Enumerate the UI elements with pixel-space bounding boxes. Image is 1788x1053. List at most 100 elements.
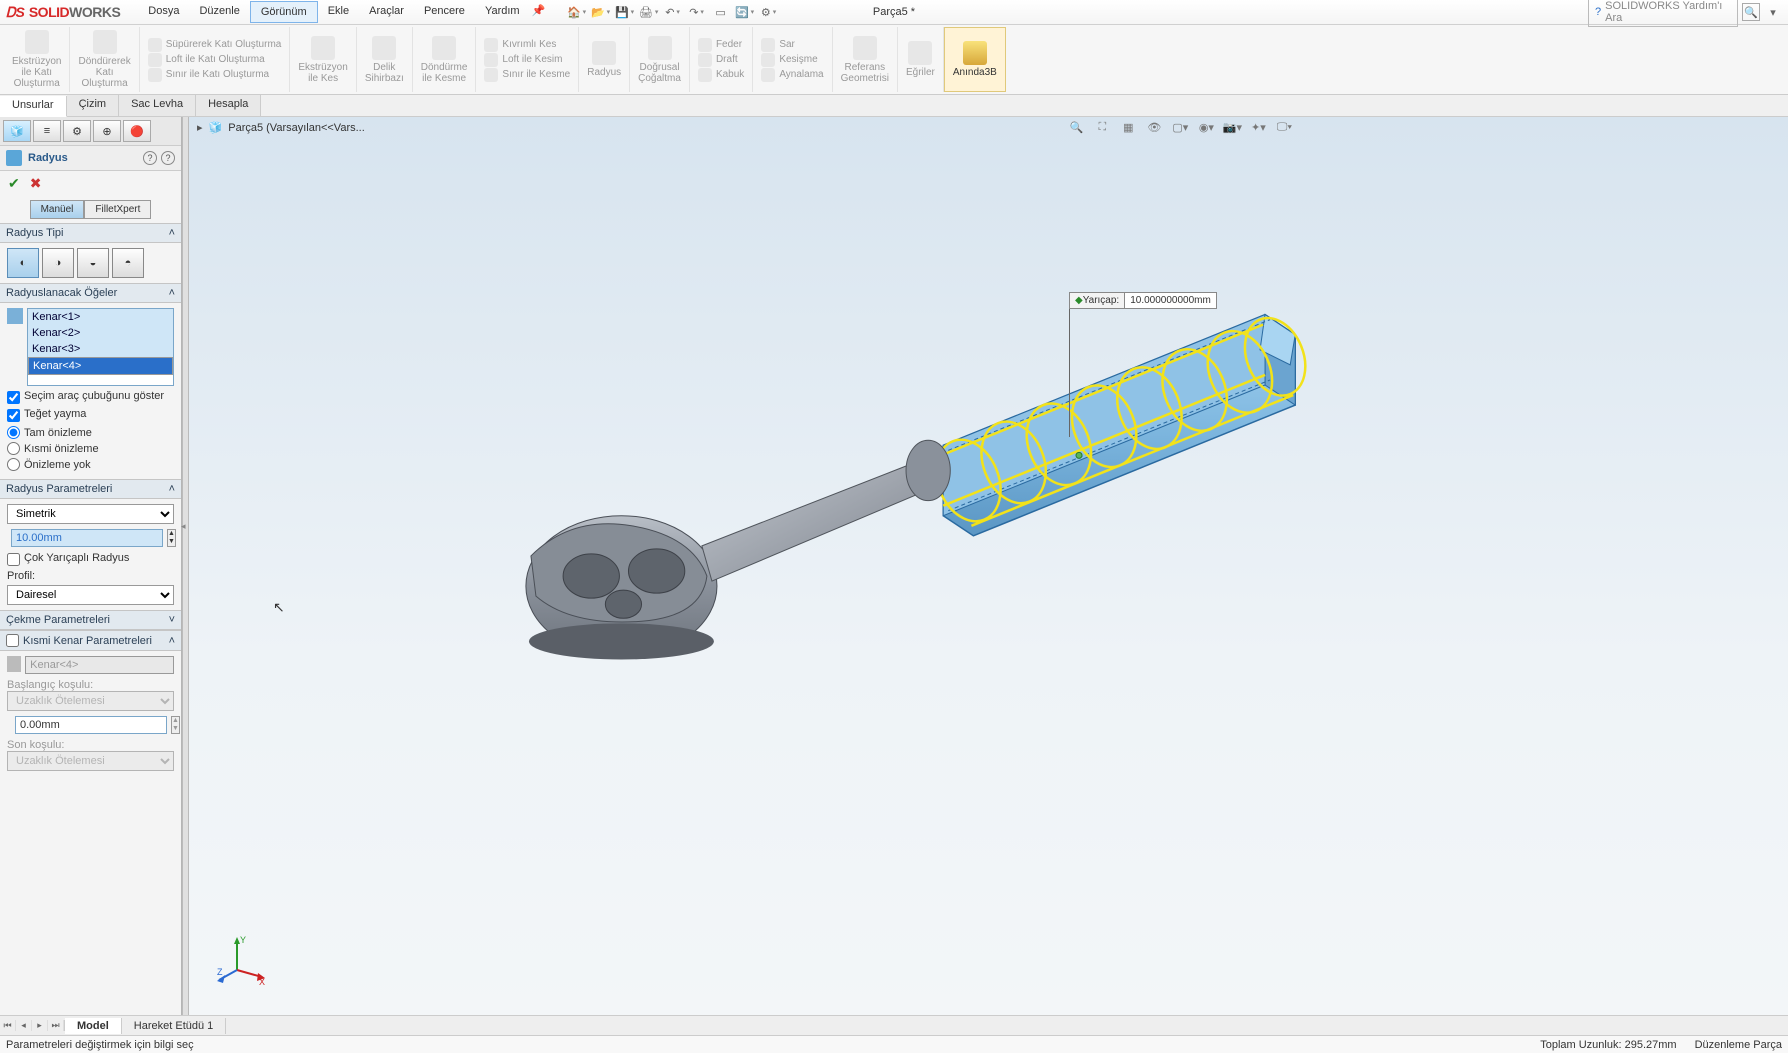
sec-setback[interactable]: Çekme Parametreleri˅ bbox=[0, 610, 181, 630]
profile-select[interactable]: Dairesel bbox=[7, 585, 174, 605]
qa-rebuild-button[interactable]: 🔄 bbox=[736, 3, 754, 21]
tab-next-icon[interactable]: ▸ bbox=[32, 1020, 48, 1031]
qa-print-button[interactable]: 🖨 bbox=[640, 3, 658, 21]
fillet-type-constant[interactable]: ◐ bbox=[7, 248, 39, 278]
tab-filletxpert[interactable]: FilletXpert bbox=[84, 200, 151, 219]
ftab-cizim[interactable]: Çizim bbox=[67, 95, 120, 116]
fillet-type-variable[interactable]: ◑ bbox=[42, 248, 74, 278]
tab-first-icon[interactable]: ⏮ bbox=[0, 1020, 16, 1031]
rb-loft-cut[interactable]: Loft ile Kesim bbox=[484, 53, 562, 67]
chk-selection-toolbar[interactable]: Seçim araç çubuğunu göster bbox=[7, 390, 174, 404]
sec-items[interactable]: Radyuslanacak Öğeler˄ bbox=[0, 283, 181, 303]
pm-tab-dimxpert-icon[interactable]: ⊕ bbox=[93, 120, 121, 142]
search-dd-button[interactable]: ▾ bbox=[1764, 3, 1782, 21]
ftab-saclevha[interactable]: Sac Levha bbox=[119, 95, 196, 116]
qa-select-button[interactable]: ▭ bbox=[712, 3, 730, 21]
pm-pin-icon[interactable]: ? bbox=[161, 151, 175, 165]
rad-no-preview[interactable]: Önizleme yok bbox=[7, 458, 174, 471]
qa-save-button[interactable]: 💾 bbox=[616, 3, 634, 21]
tab-manuel[interactable]: Manüel bbox=[30, 200, 85, 219]
rb-sweep-boss[interactable]: Süpürerek Katı Oluşturma bbox=[148, 38, 282, 52]
rb-rib[interactable]: Feder bbox=[698, 38, 742, 52]
edge-item-4[interactable]: Kenar<4> bbox=[28, 357, 173, 375]
rb-instant3d[interactable]: Anında3B bbox=[944, 27, 1006, 92]
qa-undo-button[interactable]: ↶ bbox=[664, 3, 682, 21]
qa-open-button[interactable]: 📂 bbox=[592, 3, 610, 21]
menu-pin-icon[interactable]: 📌 bbox=[530, 1, 548, 19]
pm-tab-feature-tree-icon[interactable]: 🧊 bbox=[3, 120, 31, 142]
expand-icon: ˅ bbox=[169, 614, 175, 626]
radius-callout[interactable]: ◆Yarıçap: 10.000000000mm bbox=[1069, 292, 1217, 309]
chk-multiradius[interactable]: Çok Yarıçaplı Radyus bbox=[7, 552, 174, 566]
view-triad[interactable]: Y X Z bbox=[217, 935, 267, 985]
qa-options-button[interactable]: ⚙ bbox=[760, 3, 778, 21]
rb-boundary-boss[interactable]: Sınır ile Katı Oluşturma bbox=[148, 68, 269, 82]
rb-revolve-boss[interactable]: DöndürerekKatıOluşturma bbox=[70, 27, 139, 92]
start-offset-spinner[interactable]: ▲▼ bbox=[171, 716, 180, 734]
rb-fillet[interactable]: Radyus bbox=[579, 27, 630, 92]
chk-tangent-prop[interactable]: Teğet yayma bbox=[7, 408, 174, 422]
symmetry-select[interactable]: Simetrik bbox=[7, 504, 174, 524]
rb-extrude-cut[interactable]: Ekstrüzyonile Kes bbox=[290, 27, 356, 92]
rb-curves[interactable]: Eğriler bbox=[898, 27, 944, 92]
sec-fillet-type[interactable]: Radyus Tipi˄ bbox=[0, 223, 181, 243]
tab-last-icon[interactable]: ⏭ bbox=[48, 1020, 64, 1031]
menu-pencere[interactable]: Pencere bbox=[414, 1, 475, 23]
rb-draft[interactable]: Draft bbox=[698, 53, 738, 67]
tab-model[interactable]: Model bbox=[65, 1018, 122, 1034]
sec-partial-edge[interactable]: Kısmi Kenar Parametreleri˄ bbox=[0, 630, 181, 651]
edge-item-2[interactable]: Kenar<2> bbox=[28, 325, 173, 341]
sec-params[interactable]: Radyus Parametreleri˄ bbox=[0, 479, 181, 499]
radius-spinner[interactable]: ▲▼ bbox=[167, 529, 176, 547]
cancel-button[interactable]: ✖ bbox=[30, 175, 42, 192]
3d-viewport[interactable]: ▸ 🧊 Parça5 (Varsayılan<<Vars... 🔍 ⛶ ▦ 👁 … bbox=[189, 117, 1788, 1015]
edge-selection-list[interactable]: Kenar<1> Kenar<2> Kenar<3> Kenar<4> bbox=[27, 308, 174, 386]
rb-boundary-cut[interactable]: Sınır ile Kesme bbox=[484, 68, 570, 82]
menu-gorunum[interactable]: Görünüm bbox=[250, 1, 318, 23]
rb-revolve-cut[interactable]: Döndürmeile Kesme bbox=[413, 27, 477, 92]
end-cond-select[interactable]: Uzaklık Ötelemesi bbox=[7, 751, 174, 771]
panel-splitter[interactable] bbox=[182, 117, 189, 1015]
search-go-button[interactable]: 🔍 bbox=[1742, 3, 1760, 21]
rad-partial-preview[interactable]: Kısmi önizleme bbox=[7, 442, 174, 455]
menu-araclar[interactable]: Araçlar bbox=[359, 1, 414, 23]
rb-linear-pattern[interactable]: DoğrusalÇoğaltma bbox=[630, 27, 690, 92]
rb-wrap[interactable]: Sar bbox=[761, 38, 795, 52]
radius-input[interactable] bbox=[11, 529, 163, 547]
tab-nav-buttons: ⏮ ◂ ▸ ⏭ bbox=[0, 1020, 65, 1031]
start-offset-input[interactable] bbox=[15, 716, 167, 734]
menu-yardim[interactable]: Yardım bbox=[475, 1, 530, 23]
menu-duzenle[interactable]: Düzenle bbox=[189, 1, 249, 23]
partial-edge-input[interactable] bbox=[25, 656, 174, 674]
fillet-type-face[interactable]: ◒ bbox=[77, 248, 109, 278]
rb-shell[interactable]: Kabuk bbox=[698, 68, 744, 82]
edge-item-3[interactable]: Kenar<3> bbox=[28, 341, 173, 357]
pm-tab-config-icon[interactable]: ⚙ bbox=[63, 120, 91, 142]
rb-loft-boss[interactable]: Loft ile Katı Oluşturma bbox=[148, 53, 265, 67]
rb-extrude-boss[interactable]: Ekstrüzyonile KatıOluşturma bbox=[4, 27, 70, 92]
menu-ekle[interactable]: Ekle bbox=[318, 1, 359, 23]
ftab-hesapla[interactable]: Hesapla bbox=[196, 95, 261, 116]
pm-tab-appearance-icon[interactable]: 🔴 bbox=[123, 120, 151, 142]
menu-dosya[interactable]: Dosya bbox=[138, 1, 189, 23]
rad-full-preview[interactable]: Tam önizleme bbox=[7, 426, 174, 439]
qa-redo-button[interactable]: ↷ bbox=[688, 3, 706, 21]
rb-swept-cut[interactable]: Kıvrımlı Kes bbox=[484, 38, 556, 52]
tab-prev-icon[interactable]: ◂ bbox=[16, 1020, 32, 1031]
help-search-input[interactable]: ? SOLIDWORKS Yardım'ı Ara bbox=[1588, 0, 1738, 27]
fillet-type-full[interactable]: ◓ bbox=[112, 248, 144, 278]
pm-tab-property-icon[interactable]: ≡ bbox=[33, 120, 61, 142]
ok-button[interactable]: ✔ bbox=[8, 175, 20, 192]
tab-motion-study[interactable]: Hareket Etüdü 1 bbox=[122, 1018, 227, 1034]
rb-ref-geom[interactable]: ReferansGeometrisi bbox=[833, 27, 898, 92]
start-cond-select[interactable]: Uzaklık Ötelemesi bbox=[7, 691, 174, 711]
rb-hole-wizard[interactable]: DelikSihirbazı bbox=[357, 27, 413, 92]
ftab-unsurlar[interactable]: Unsurlar bbox=[0, 96, 67, 117]
edge-item-1[interactable]: Kenar<1> bbox=[28, 309, 173, 325]
rb-mirror[interactable]: Aynalama bbox=[761, 68, 823, 82]
callout-value[interactable]: 10.000000000mm bbox=[1125, 293, 1216, 308]
part-model[interactable] bbox=[189, 117, 1788, 1015]
qa-new-button[interactable]: 🏠 bbox=[568, 3, 586, 21]
pm-help-icon[interactable]: ? bbox=[143, 151, 157, 165]
rb-intersect[interactable]: Kesişme bbox=[761, 53, 817, 67]
